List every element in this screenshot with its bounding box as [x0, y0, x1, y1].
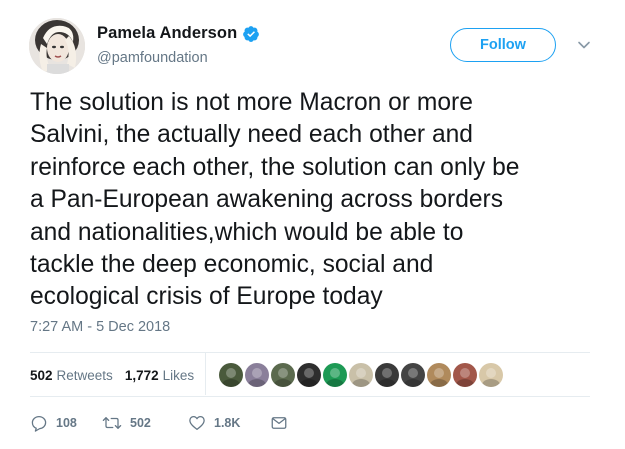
author-name-row: Pamela Anderson [97, 24, 260, 43]
retweets-stat[interactable]: 502 Retweets [30, 368, 113, 383]
heart-icon [188, 414, 206, 432]
verified-badge-icon [242, 25, 260, 43]
direct-message-button[interactable] [270, 414, 288, 432]
likes-label: Likes [162, 368, 195, 383]
liker-avatar-1[interactable] [219, 363, 243, 387]
liker-avatar-7[interactable] [375, 363, 399, 387]
liker-avatar-3[interactable] [271, 363, 295, 387]
retweets-label: Retweets [56, 368, 113, 383]
tweet-text-line: reinforce each other, the solution can o… [30, 153, 520, 181]
like-count: 1.8K [214, 416, 241, 430]
retweet-icon [102, 414, 122, 432]
divider [30, 396, 590, 397]
tweet-text-line: ecological crisis of Europe today [30, 283, 383, 311]
liker-avatar-2[interactable] [245, 363, 269, 387]
tweet-timestamp[interactable]: 7:27 AM - 5 Dec 2018 [30, 319, 170, 335]
liker-avatars [219, 363, 505, 387]
chevron-down-icon[interactable] [577, 38, 591, 52]
liker-avatar-4[interactable] [297, 363, 321, 387]
likes-stat[interactable]: 1,772 Likes [125, 368, 194, 383]
reply-icon [30, 414, 48, 432]
envelope-icon [270, 414, 288, 432]
tweet-text: The solution is not more Macron or more … [30, 87, 600, 314]
liker-avatar-9[interactable] [427, 363, 451, 387]
stats-separator [205, 353, 206, 395]
liker-avatar-8[interactable] [401, 363, 425, 387]
author-display-name[interactable]: Pamela Anderson [97, 24, 237, 43]
retweets-count: 502 [30, 368, 53, 383]
tweet-text-line: The solution is not more Macron or more [30, 89, 473, 116]
tweet-text-line: a Pan-European awakening across borders [30, 186, 504, 214]
engagement-stats: 502 Retweets 1,772 Likes [30, 368, 206, 383]
liker-avatar-6[interactable] [349, 363, 373, 387]
likes-count: 1,772 [124, 368, 159, 383]
reply-count: 108 [56, 416, 77, 430]
tweet-text-line: and nationalities,which would be able to [30, 218, 464, 246]
author-avatar[interactable] [29, 18, 85, 74]
reply-button[interactable]: 108 [30, 414, 102, 432]
author-handle[interactable]: @pamfoundation [97, 50, 208, 66]
liker-avatar-10[interactable] [453, 363, 477, 387]
liker-avatar-5[interactable] [323, 363, 347, 387]
follow-button[interactable]: Follow [450, 28, 556, 62]
retweet-button[interactable]: 502 [102, 414, 188, 432]
tweet-actions: 108 502 1.8K [30, 414, 288, 432]
tweet-card: Pamela Anderson @pamfoundation Follow Th… [0, 0, 625, 449]
tweet-text-line: Salvini, the actually need each other an… [30, 121, 473, 149]
retweet-count: 502 [130, 416, 151, 430]
liker-avatar-11[interactable] [479, 363, 503, 387]
like-button[interactable]: 1.8K [188, 414, 270, 432]
tweet-text-line: tackle the deep economic, social and [30, 251, 434, 279]
divider [30, 352, 590, 353]
